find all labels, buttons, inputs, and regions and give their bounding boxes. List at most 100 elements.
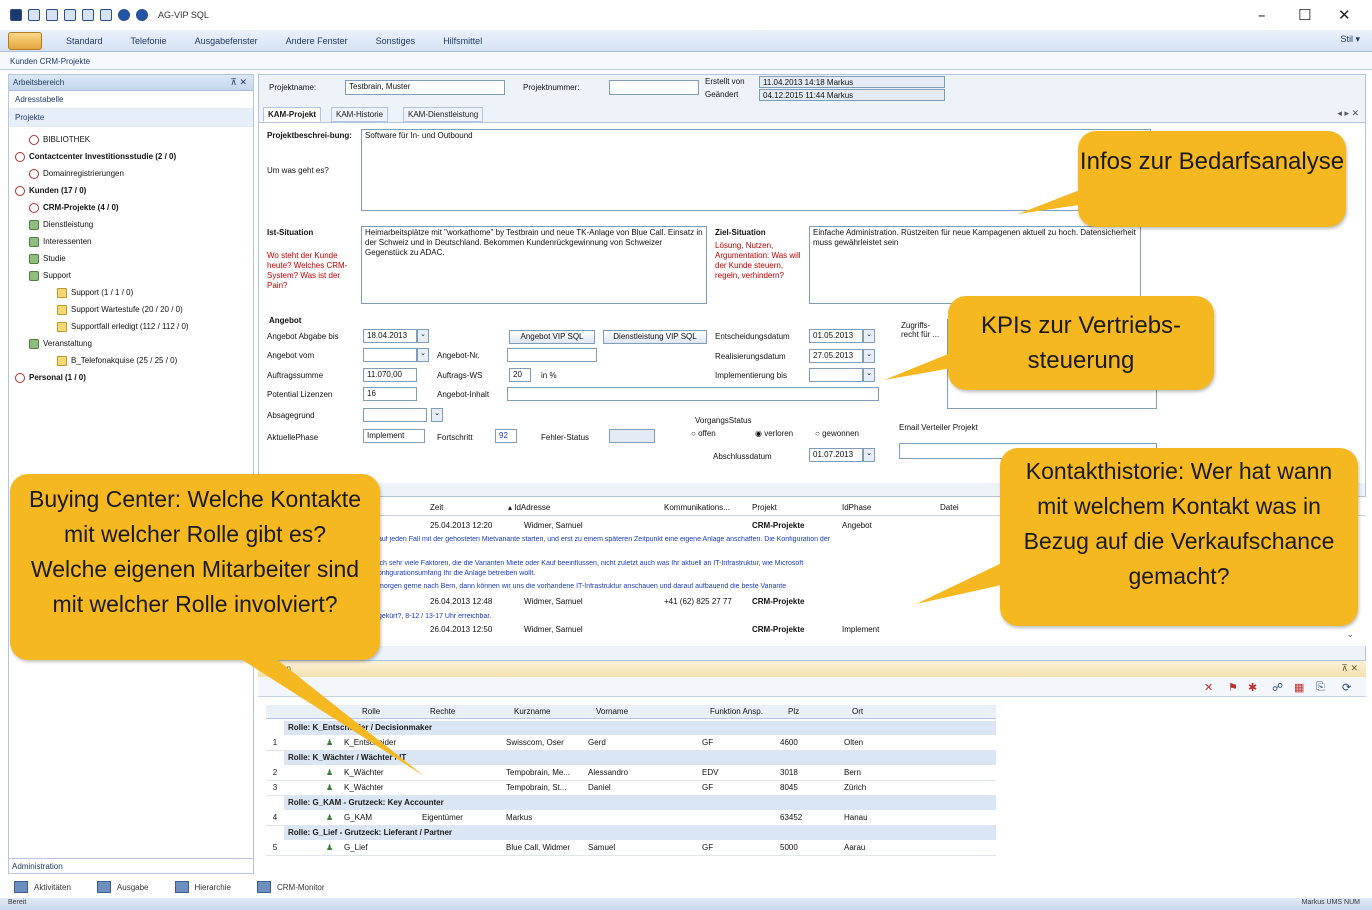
table-row[interactable]: 3 ♟ K_Wächter Tempobrain, St... Daniel GF 8045… <box>266 781 996 796</box>
auftragssumme-field[interactable]: 11.070,00 <box>363 368 417 382</box>
tab-nav-icon[interactable]: ◂ ▸ ✕ <box>1337 108 1359 119</box>
column-vorname[interactable]: Vorname <box>596 707 628 716</box>
tree-item[interactable]: Dienstleistung <box>15 216 253 233</box>
tree-item[interactable]: B_Telefonakquise (25 / 25 / 0) <box>15 352 253 369</box>
chevron-down-icon[interactable]: ⌄ <box>431 408 443 422</box>
style-menu[interactable]: Stil ▾ <box>1340 34 1360 45</box>
column-plz[interactable]: Plz <box>788 707 799 716</box>
abschluss-field[interactable]: 01.07.2013 <box>809 448 863 462</box>
history-adresse[interactable]: Widmer, Samuel <box>524 597 583 606</box>
menu-andere-fenster[interactable]: Andere Fenster <box>286 36 348 46</box>
chevron-down-icon[interactable]: ⌄ <box>417 348 429 362</box>
angebot-inhalt-field[interactable] <box>507 387 879 401</box>
history-phase[interactable]: Angebot <box>842 521 872 530</box>
entscheidung-field[interactable]: 01.05.2013 <box>809 329 863 343</box>
column-projekt[interactable]: Projekt <box>752 503 777 512</box>
history-adresse[interactable]: Widmer, Samuel <box>524 521 583 530</box>
menu-ausgabefenster[interactable]: Ausgabefenster <box>195 36 258 46</box>
export-icon[interactable]: ⎘ <box>1316 681 1325 694</box>
chevron-down-icon[interactable]: ⌄ <box>863 368 875 382</box>
lizenzen-field[interactable]: 16 <box>363 387 417 401</box>
role-group-header[interactable]: Rolle: K_Entscheider / Decisionmaker <box>284 721 996 735</box>
history-note[interactable]: auf jeden Fall mit der gehosteten Mietva… <box>378 536 998 543</box>
project-name-field[interactable]: Testbrain, Muster <box>345 80 505 95</box>
angebot-vip-button[interactable]: Angebot VIP SQL <box>509 330 595 344</box>
role-group-header[interactable]: Rolle: K_Wächter / Wächter / IT <box>284 751 996 765</box>
chevron-down-icon[interactable]: ⌄ <box>863 448 875 462</box>
tree-item[interactable]: Personal (1 / 0) <box>15 369 253 386</box>
dienstleistung-vip-button[interactable]: Dienstleistung VIP SQL <box>603 330 707 344</box>
column-zeit[interactable]: Zeit <box>430 503 443 512</box>
radio-verloren[interactable]: ◉ verloren <box>755 429 793 438</box>
nav-projekte[interactable]: Projekte <box>9 109 253 127</box>
column-idphase[interactable]: IdPhase <box>842 503 871 512</box>
column-idadresse[interactable]: ▴ IdAdresse <box>508 503 550 512</box>
scroll-down-icon[interactable]: ⌄ <box>1346 629 1354 640</box>
pin-icon[interactable]: ⊼ ✕ <box>1341 663 1358 674</box>
ziel-situation-field[interactable]: Einfache Administration. Rüstzeiten für … <box>809 226 1141 304</box>
filter-icon[interactable]: ✱ <box>1248 681 1257 694</box>
tab-kam-dienstleistung[interactable]: KAM-Dienstleistung <box>403 107 484 122</box>
tab-hierarchie[interactable]: Hierarchie <box>174 881 231 893</box>
absagegrund-field[interactable] <box>363 408 427 422</box>
history-kommunikation[interactable]: +41 (62) 825 27 77 <box>664 597 732 606</box>
tree-item[interactable]: CRM-Projekte (4 / 0) <box>15 199 253 216</box>
menu-sonstiges[interactable]: Sonstiges <box>376 36 416 46</box>
tree-item[interactable]: Supportfall erledigt (112 / 112 / 0) <box>15 318 253 335</box>
history-note[interactable]: morgen gerne nach Bern, dann können wir … <box>378 583 998 590</box>
tree-item[interactable]: Veranstaltung <box>15 335 253 352</box>
tab-kam-projekt[interactable]: KAM-Projekt <box>263 107 322 122</box>
chart-icon[interactable]: ▦ <box>1294 681 1304 694</box>
table-row[interactable]: 4 ♟ G_KAM Eigentümer Markus 63452 Hanau <box>266 811 996 826</box>
abgabe-field[interactable]: 18.04.2013 <box>363 329 417 343</box>
tab-ausgabe[interactable]: Ausgabe <box>96 881 149 893</box>
tree-item[interactable]: Studie <box>15 250 253 267</box>
binoculars-icon[interactable]: ☍ <box>1272 681 1283 694</box>
nav-administration[interactable]: Administration <box>8 858 254 874</box>
history-projekt[interactable]: CRM-Projekte <box>752 625 804 634</box>
history-adresse[interactable]: Widmer, Samuel <box>524 625 583 634</box>
delete-icon[interactable]: ✕ <box>1204 681 1213 694</box>
column-funktion[interactable]: Funktion Ansp. <box>710 707 763 716</box>
tree-item[interactable]: Contactcenter Investitionsstudie (2 / 0) <box>15 148 253 165</box>
angebot-vom-field[interactable] <box>363 348 417 362</box>
role-group-header[interactable]: Rolle: G_KAM - Grutzeck: Key Accounter <box>284 796 996 810</box>
tree-item[interactable]: Support <box>15 267 253 284</box>
binoculars-icon[interactable] <box>100 9 112 21</box>
menu-hilfsmittel[interactable]: Hilfsmittel <box>443 36 482 46</box>
minimize-icon[interactable]: – <box>1258 6 1266 24</box>
menu-standard[interactable]: Standard <box>66 36 103 46</box>
role-group-header[interactable]: Rolle: G_Lief - Grutzeck: Lieferant / Pa… <box>284 826 996 840</box>
tree-item[interactable]: Kunden (17 / 0) <box>15 182 253 199</box>
column-kurzname[interactable]: Kurzname <box>514 707 550 716</box>
tree-item[interactable]: Domainregistrierungen <box>15 165 253 182</box>
app-menu-button[interactable] <box>8 31 42 50</box>
maximize-icon[interactable]: ☐ <box>1298 6 1311 24</box>
history-note[interactable]: onfigurationsumfang Ihr die Anlage betre… <box>378 570 998 577</box>
history-zeit[interactable]: 25.04.2013 12:20 <box>430 521 492 530</box>
add-contact-icon[interactable]: ⚑ <box>1228 681 1238 694</box>
nav-adresstabelle[interactable]: Adresstabelle <box>9 91 253 109</box>
tree-item[interactable]: Interessenten <box>15 233 253 250</box>
history-projekt[interactable]: CRM-Projekte <box>752 521 804 530</box>
menu-telefonie[interactable]: Telefonie <box>131 36 167 46</box>
history-zeit[interactable]: 26.04.2013 12:48 <box>430 597 492 606</box>
history-note[interactable]: ich sehr viele Faktoren, die die Variant… <box>378 560 998 567</box>
radio-gewonnen[interactable]: ○ gewonnen <box>815 429 859 438</box>
history-projekt[interactable]: CRM-Projekte <box>752 597 804 606</box>
form-icon[interactable] <box>46 9 58 21</box>
tab-crm-monitor[interactable]: CRM-Monitor <box>256 881 325 893</box>
chevron-down-icon[interactable]: ⌄ <box>863 349 875 363</box>
chevron-down-icon[interactable]: ⌄ <box>417 329 429 343</box>
tree-item[interactable]: Support Wartestufe (20 / 20 / 0) <box>15 301 253 318</box>
column-ort[interactable]: Ort <box>852 707 863 716</box>
implementierung-field[interactable] <box>809 368 863 382</box>
column-kommunikation[interactable]: Kommunikations... <box>664 503 730 512</box>
realisierung-field[interactable]: 27.05.2013 <box>809 349 863 363</box>
auftrags-ws-field[interactable]: 20 <box>509 368 531 382</box>
edit-icon[interactable] <box>64 9 76 21</box>
tab-kam-historie[interactable]: KAM-Historie <box>331 107 389 122</box>
pin-icon[interactable]: ⊼ ✕ <box>230 77 247 88</box>
table-row[interactable]: 1 ♟ K_Entscheider Swisscom, Oser Gerd GF 4600 O… <box>266 736 996 751</box>
close-icon[interactable]: ✕ <box>1338 6 1351 24</box>
